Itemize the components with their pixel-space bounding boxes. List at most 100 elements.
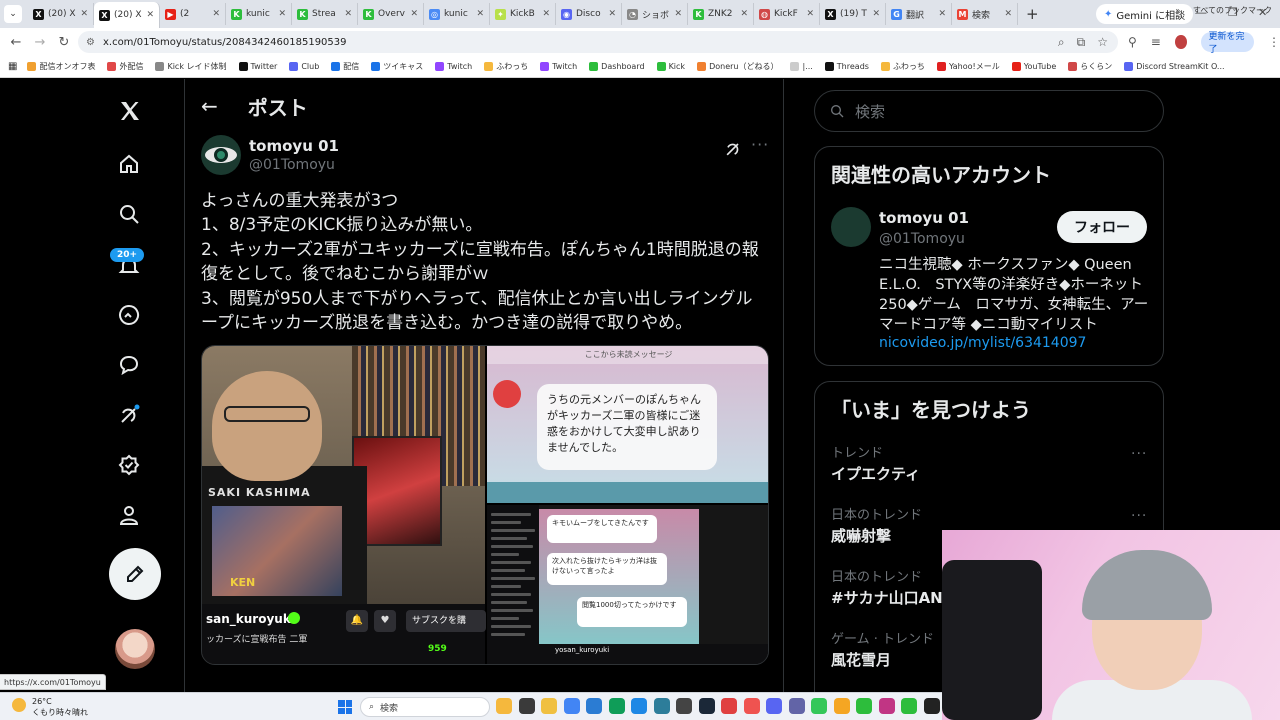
bookmark-item[interactable]: Kick レイド体制: [155, 61, 227, 72]
taskbar-app-icon[interactable]: [743, 698, 760, 714]
browser-tab[interactable]: ◔ ショボ ✕: [622, 3, 688, 25]
author-avatar[interactable]: [201, 135, 241, 175]
bookmark-item[interactable]: Kick: [656, 61, 685, 72]
taskbar-app-icon[interactable]: [856, 698, 872, 714]
browser-tab[interactable]: ▶ (2 ✕: [160, 3, 226, 25]
taskbar-app-icon[interactable]: [811, 698, 827, 714]
grok-explain-icon[interactable]: [723, 139, 743, 159]
tab-close-icon[interactable]: ✕: [938, 9, 946, 19]
menu-icon[interactable]: ⋮: [1268, 35, 1280, 49]
browser-tab[interactable]: Kkunic ✕: [226, 3, 292, 25]
taskbar-app-icon[interactable]: [586, 698, 602, 714]
taskbar-app-icon[interactable]: [676, 698, 692, 714]
taskbar-app-icon[interactable]: [721, 698, 737, 714]
related-account-avatar[interactable]: [831, 207, 871, 247]
bookmark-item[interactable]: Twitch: [540, 61, 577, 72]
account-avatar[interactable]: [115, 629, 155, 669]
tab-close-icon[interactable]: ✕: [476, 9, 484, 19]
verified-icon[interactable]: [112, 448, 146, 482]
taskbar-app-icon[interactable]: [901, 698, 917, 714]
bookmark-item[interactable]: |...: [790, 61, 813, 72]
communities-icon[interactable]: [112, 348, 146, 382]
bookmark-item[interactable]: 配信オンオフ表: [27, 61, 95, 72]
bookmark-item[interactable]: YouTube: [1011, 61, 1056, 72]
start-button[interactable]: [338, 700, 352, 714]
bookmark-item[interactable]: らくらン: [1068, 61, 1112, 72]
taskbar-app-icon[interactable]: [653, 698, 670, 714]
bookmark-item[interactable]: ツイキャス: [371, 61, 423, 72]
bookmark-item[interactable]: Doneru（どねる）: [697, 61, 778, 72]
taskbar-app-icon[interactable]: [563, 698, 580, 714]
apps-grid-icon[interactable]: ▦: [8, 61, 17, 72]
update-button[interactable]: 更新を完了: [1200, 32, 1254, 55]
home-icon[interactable]: [112, 147, 146, 181]
taskbar-search[interactable]: ⌕ 検索: [360, 697, 490, 717]
tab-close-icon[interactable]: ✕: [278, 9, 286, 19]
tab-close-icon[interactable]: ✕: [410, 9, 418, 19]
new-tab-button[interactable]: +: [1026, 5, 1039, 23]
x-logo-icon[interactable]: [110, 91, 150, 131]
bookmark-item[interactable]: ふわっち: [484, 61, 528, 72]
browser-tab[interactable]: K Overv ✕: [358, 3, 424, 25]
taskbar-app-icon[interactable]: [833, 698, 850, 714]
browser-tab[interactable]: X (20) X ✕: [28, 3, 94, 25]
browser-tab[interactable]: M 検索 ✕: [952, 3, 1018, 25]
taskbar-app-icon[interactable]: [698, 698, 715, 714]
taskbar-app-icon[interactable]: [496, 698, 512, 714]
related-account-name[interactable]: tomoyu 01: [879, 209, 969, 227]
forward-icon[interactable]: →: [28, 35, 52, 50]
grok-icon[interactable]: [112, 298, 146, 332]
tab-close-icon[interactable]: ✕: [674, 9, 682, 19]
bookmark-item[interactable]: Twitter: [238, 61, 277, 72]
taskbar-app-icon[interactable]: [766, 698, 782, 714]
bookmark-star-icon[interactable]: ☆: [1097, 35, 1108, 50]
taskbar-app-icon[interactable]: [541, 698, 557, 714]
account-bio-link[interactable]: nicovideo.jp/mylist/63414097: [879, 335, 1086, 351]
back-icon[interactable]: ←: [4, 35, 28, 50]
trend-more-icon[interactable]: ···: [1131, 508, 1147, 524]
tab-close-icon[interactable]: ✕: [1004, 9, 1012, 19]
browser-tab[interactable]: ◍ KickF ✕: [754, 3, 820, 25]
trend-more-icon[interactable]: ···: [1131, 446, 1147, 462]
tab-close-icon[interactable]: ✕: [80, 9, 88, 19]
taskbar-app-icon[interactable]: [923, 698, 940, 714]
author-handle[interactable]: @01Tomoyu: [249, 157, 335, 173]
taskbar-app-icon[interactable]: [608, 698, 625, 714]
tab-close-icon[interactable]: ✕: [146, 10, 154, 20]
bookmark-item[interactable]: 外配信: [107, 61, 143, 72]
bookmark-item[interactable]: Yahoo!メール: [936, 61, 1000, 72]
profile-avatar[interactable]: [1174, 35, 1187, 49]
profile-icon[interactable]: [112, 498, 146, 532]
tab-close-icon[interactable]: ✕: [542, 9, 550, 19]
post-more-icon[interactable]: ···: [751, 135, 769, 154]
bookmark-item[interactable]: ふわっち: [880, 61, 925, 72]
browser-tab[interactable]: X (19) T ✕: [820, 3, 886, 25]
compose-button[interactable]: [109, 548, 161, 600]
taskbar-app-icon[interactable]: [631, 698, 647, 714]
bookmark-item[interactable]: Club: [289, 61, 319, 72]
browser-tab[interactable]: ◉ Disco ✕: [556, 3, 622, 25]
tab-close-icon[interactable]: ✕: [344, 9, 352, 19]
taskbar-app-icon[interactable]: [788, 698, 805, 714]
browser-tab[interactable]: ✦ KickB ✕: [490, 3, 556, 25]
post-media[interactable]: SAKI KASHIMA KEN san_kuroyuki ッカーズに宣戦布告 …: [201, 345, 769, 665]
tab-close-icon[interactable]: ✕: [608, 9, 616, 19]
search-icon[interactable]: [112, 197, 146, 231]
reading-list-icon[interactable]: ≡: [1151, 35, 1161, 49]
weather-widget[interactable]: 26°C くもり時々晴れ: [12, 696, 88, 718]
tab-close-icon[interactable]: ✕: [212, 9, 220, 19]
browser-tab[interactable]: K ZNK2 ✕: [688, 3, 754, 25]
bookmark-item[interactable]: 配信: [331, 61, 359, 72]
zoom-icon[interactable]: ⌕: [1058, 35, 1065, 50]
trend-item[interactable]: トレンド イプエクティ: [831, 442, 1151, 484]
tab-search-button[interactable]: ⌄: [4, 5, 22, 23]
all-bookmarks[interactable]: » すべてのブックマーク: [1175, 5, 1272, 16]
extensions-icon[interactable]: ⚲: [1128, 35, 1137, 49]
tab-close-icon[interactable]: ✕: [872, 9, 880, 19]
bookmark-item[interactable]: Twitch: [435, 61, 472, 72]
search-input[interactable]: 検索: [814, 90, 1164, 132]
bookmark-item[interactable]: Threads: [824, 61, 869, 72]
post-premium-icon[interactable]: [112, 398, 146, 432]
reload-icon[interactable]: ↻: [52, 35, 76, 50]
browser-tab[interactable]: K Strea ✕: [292, 3, 358, 25]
